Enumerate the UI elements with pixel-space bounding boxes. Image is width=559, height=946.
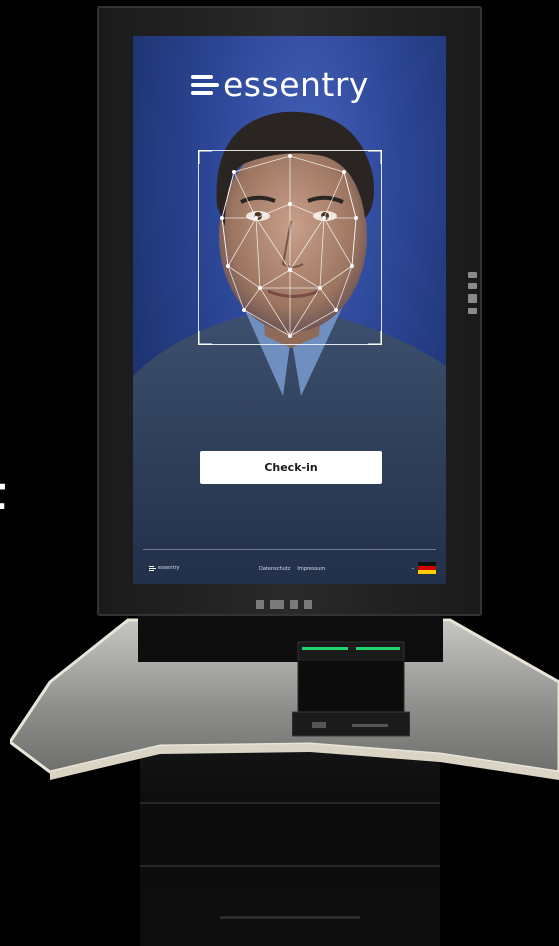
logo-wordmark: essentry xyxy=(223,65,369,104)
chevron-down-icon: ⌄ xyxy=(410,565,415,571)
essentry-logo: essentry xyxy=(191,68,369,101)
side-button xyxy=(468,283,477,289)
essentry-logo-icon xyxy=(191,72,221,98)
imprint-link[interactable]: Impressum xyxy=(297,566,325,572)
bottom-button xyxy=(304,600,312,609)
footer-brand-text: essentry xyxy=(158,565,180,571)
face-mesh-icon xyxy=(198,150,382,345)
kiosk-screen: essentry Check-in essentry Datenschutz I… xyxy=(133,36,446,584)
side-button xyxy=(468,294,477,303)
side-button xyxy=(468,308,477,314)
privacy-link[interactable]: Datenschutz xyxy=(259,566,290,572)
screen-footer: essentry Datenschutz Impressum ⌄ xyxy=(143,562,436,576)
check-in-button[interactable]: Check-in xyxy=(200,451,382,484)
cropped-heading-text: t xyxy=(0,470,6,516)
footer-divider xyxy=(143,549,436,550)
drawer-handle xyxy=(220,916,360,919)
footer-links: Datenschutz Impressum xyxy=(259,566,325,572)
monitor-side-buttons xyxy=(468,272,478,319)
cabinet-seam xyxy=(140,802,440,804)
bottom-button xyxy=(290,600,298,609)
bottom-button xyxy=(270,600,284,609)
flag-germany-icon xyxy=(418,562,436,574)
language-selector[interactable]: ⌄ xyxy=(411,562,436,574)
side-button xyxy=(468,272,477,278)
essentry-logo-icon xyxy=(149,565,156,571)
cabinet-seam xyxy=(140,865,440,867)
bottom-button xyxy=(256,600,264,609)
document-scanner xyxy=(292,641,410,737)
monitor-bottom-buttons xyxy=(256,600,312,609)
footer-brand: essentry xyxy=(149,565,180,571)
